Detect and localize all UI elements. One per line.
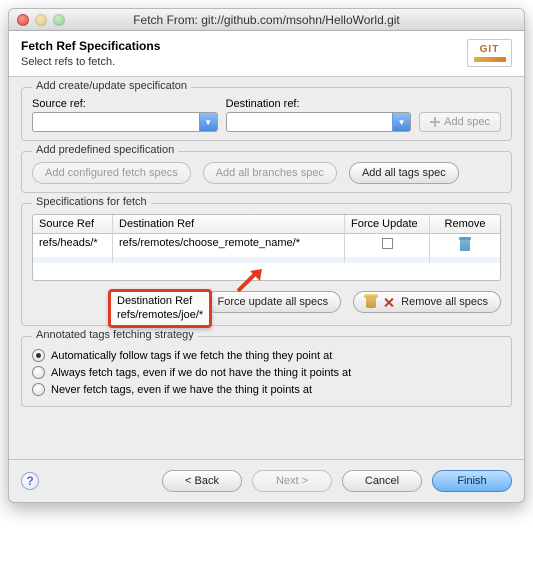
- col-remove[interactable]: Remove: [430, 215, 500, 233]
- zoom-icon: [53, 14, 65, 26]
- callout-value: refs/remotes/joe/*: [117, 308, 203, 322]
- titlebar: Fetch From: git://github.com/msohn/Hello…: [9, 9, 524, 31]
- table-row[interactable]: refs/heads/* refs/remotes/choose_remote_…: [33, 234, 500, 257]
- radio-label: Never fetch tags, even if we have the th…: [51, 384, 312, 396]
- checkbox-icon[interactable]: [382, 238, 393, 249]
- btn-label: Add all tags spec: [362, 167, 446, 179]
- remove-icon: [383, 297, 394, 308]
- radio-icon[interactable]: [32, 383, 45, 396]
- cell-force[interactable]: [345, 234, 430, 257]
- plus-icon: [430, 117, 440, 127]
- dest-ref-label: Destination ref:: [226, 98, 412, 110]
- btn-label: Finish: [457, 475, 486, 487]
- btn-label: Add configured fetch specs: [45, 167, 178, 179]
- window-controls: [17, 14, 65, 26]
- table-body: refs/heads/* refs/remotes/choose_remote_…: [33, 234, 500, 280]
- group-legend: Specifications for fetch: [32, 196, 151, 208]
- col-dest[interactable]: Destination Ref: [113, 215, 345, 233]
- table-header: Source Ref Destination Ref Force Update …: [33, 215, 500, 234]
- git-logo-text: GIT: [480, 44, 500, 55]
- wizard-footer: ? < Back Next > Cancel Finish: [9, 459, 524, 502]
- group-legend: Add create/update specificaton: [32, 80, 191, 92]
- git-logo-icon: GIT: [467, 39, 512, 67]
- btn-label: < Back: [185, 475, 219, 487]
- specs-table: Source Ref Destination Ref Force Update …: [32, 214, 501, 281]
- annotation-callout: Destination Ref refs/remotes/joe/*: [108, 289, 212, 328]
- minimize-icon: [35, 14, 47, 26]
- add-spec-button: Add spec: [419, 112, 501, 132]
- btn-label: Force update all specs: [218, 296, 329, 308]
- btn-label: Next >: [276, 475, 308, 487]
- radio-never-fetch[interactable]: Never fetch tags, even if we have the th…: [32, 381, 501, 398]
- radio-auto-follow[interactable]: Automatically follow tags if we fetch th…: [32, 347, 501, 364]
- source-ref-label: Source ref:: [32, 98, 218, 110]
- btn-label: Add all branches spec: [216, 167, 324, 179]
- close-icon[interactable]: [17, 14, 29, 26]
- wizard-header: Fetch Ref Specifications Select refs to …: [9, 31, 524, 77]
- cancel-button[interactable]: Cancel: [342, 470, 422, 492]
- trash-icon[interactable]: [459, 237, 471, 251]
- chevron-down-icon[interactable]: ▼: [392, 113, 410, 131]
- add-all-branches-button: Add all branches spec: [203, 162, 337, 184]
- cell-dest[interactable]: refs/remotes/choose_remote_name/*: [113, 234, 345, 257]
- group-predefined: Add predefined specification Add configu…: [21, 151, 512, 193]
- chevron-down-icon[interactable]: ▼: [199, 113, 217, 131]
- back-button[interactable]: < Back: [162, 470, 242, 492]
- radio-label: Always fetch tags, even if we do not hav…: [51, 367, 351, 379]
- group-create-spec: Add create/update specificaton Source re…: [21, 87, 512, 141]
- group-tags-strategy: Annotated tags fetching strategy Automat…: [21, 336, 512, 407]
- radio-icon[interactable]: [32, 366, 45, 379]
- help-icon[interactable]: ?: [21, 472, 39, 490]
- finish-button[interactable]: Finish: [432, 470, 512, 492]
- radio-icon[interactable]: [32, 349, 45, 362]
- dest-ref-value[interactable]: [227, 113, 393, 131]
- source-ref-value[interactable]: [33, 113, 199, 131]
- page-title: Fetch Ref Specifications: [21, 39, 457, 53]
- window-title: Fetch From: git://github.com/msohn/Hello…: [17, 13, 516, 27]
- force-update-all-button[interactable]: Force update all specs: [205, 291, 342, 313]
- remove-all-specs-button[interactable]: Remove all specs: [353, 291, 501, 313]
- page-subtitle: Select refs to fetch.: [21, 56, 457, 68]
- database-icon: [366, 296, 376, 308]
- col-source[interactable]: Source Ref: [33, 215, 113, 233]
- btn-label: Remove all specs: [401, 296, 488, 308]
- radio-label: Automatically follow tags if we fetch th…: [51, 350, 332, 362]
- col-force[interactable]: Force Update: [345, 215, 430, 233]
- source-ref-combo[interactable]: ▼: [32, 112, 218, 132]
- group-legend: Add predefined specification: [32, 144, 178, 156]
- radio-always-fetch[interactable]: Always fetch tags, even if we do not hav…: [32, 364, 501, 381]
- add-spec-label: Add spec: [444, 116, 490, 128]
- add-configured-fetch-button: Add configured fetch specs: [32, 162, 191, 184]
- table-row: [33, 257, 500, 263]
- group-legend: Annotated tags fetching strategy: [32, 329, 198, 341]
- dialog-window: Fetch From: git://github.com/msohn/Hello…: [8, 8, 525, 503]
- callout-label: Destination Ref: [117, 294, 203, 308]
- wizard-content: Add create/update specificaton Source re…: [9, 77, 524, 459]
- add-all-tags-button[interactable]: Add all tags spec: [349, 162, 459, 184]
- btn-label: Cancel: [365, 475, 399, 487]
- group-specs: Specifications for fetch Source Ref Dest…: [21, 203, 512, 326]
- dest-ref-combo[interactable]: ▼: [226, 112, 412, 132]
- next-button: Next >: [252, 470, 332, 492]
- cell-source[interactable]: refs/heads/*: [33, 234, 113, 257]
- cell-remove[interactable]: [430, 234, 500, 257]
